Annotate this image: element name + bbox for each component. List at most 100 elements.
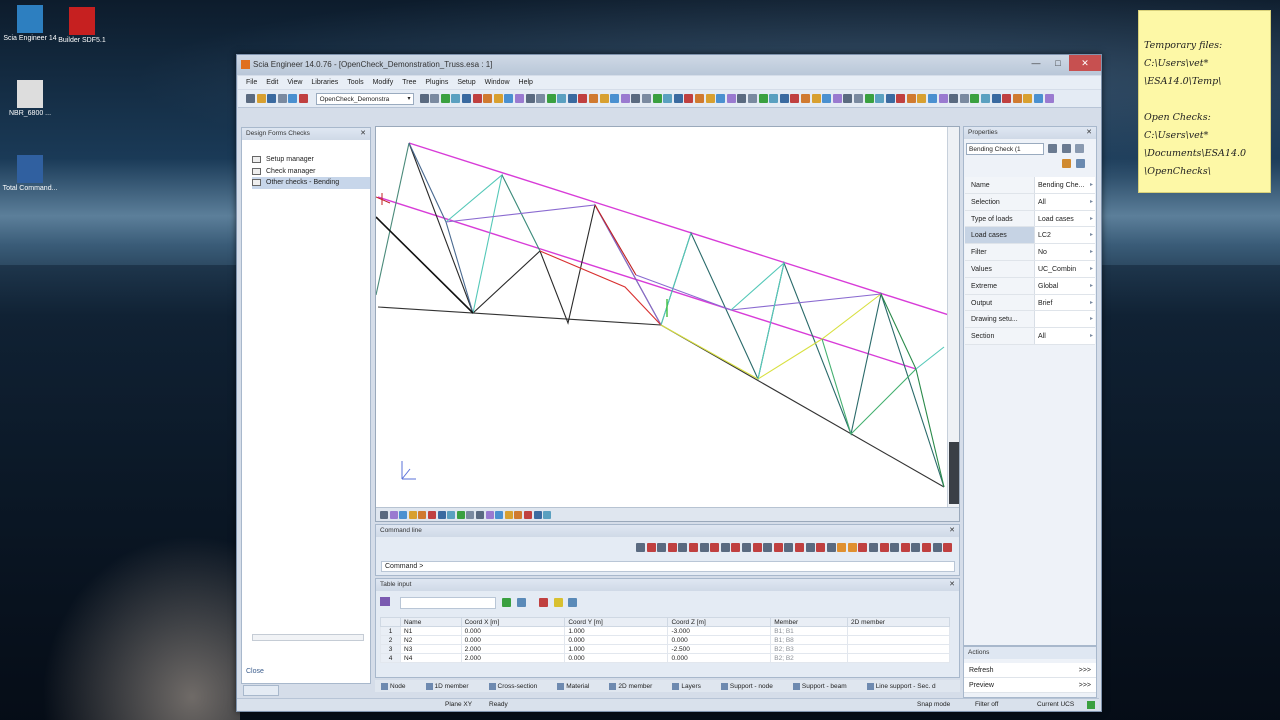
toolbar-icon[interactable] <box>557 94 567 103</box>
toolbar-icon[interactable] <box>790 94 800 103</box>
desktop-icon[interactable]: Scia Engineer 14 <box>0 5 60 43</box>
menu-item[interactable]: Help <box>519 79 533 86</box>
toolbar-icon[interactable] <box>875 94 885 103</box>
menu-item[interactable]: File <box>246 79 257 86</box>
command-tool-icon[interactable] <box>847 543 857 552</box>
toolbar-icon[interactable] <box>726 94 736 103</box>
toolbar-icon[interactable] <box>256 94 266 103</box>
view-toolbar-icon[interactable] <box>399 510 408 519</box>
toolbar-icon[interactable] <box>663 94 673 103</box>
table-cell[interactable]: N1 <box>400 626 462 636</box>
toolbar-icon[interactable] <box>949 94 959 103</box>
palette-icon[interactable] <box>1062 159 1071 168</box>
table-cell[interactable]: 0.000 <box>667 653 772 663</box>
maximize-icon[interactable]: □ <box>1047 55 1069 71</box>
command-tool-icon[interactable] <box>731 543 741 552</box>
table-tab[interactable]: Material <box>557 682 599 690</box>
action-row[interactable]: Preview >>> <box>964 678 1096 693</box>
toolbar-icon[interactable] <box>695 94 704 103</box>
property-value[interactable]: No <box>1035 244 1095 260</box>
title-bar[interactable]: Scia Engineer 14.0.76 - [OpenCheck_Demon… <box>237 55 1101 75</box>
toolbar-icon[interactable] <box>758 94 768 103</box>
tree-item[interactable]: Check manager <box>252 166 370 178</box>
property-value[interactable]: Global <box>1035 277 1095 294</box>
toolbar-icon[interactable] <box>652 94 662 103</box>
toolbar-icon[interactable] <box>779 94 789 103</box>
toolbar-icon[interactable] <box>514 94 524 103</box>
table-cell[interactable]: 0.000 <box>460 635 566 645</box>
status-snap[interactable]: Snap mode <box>917 701 950 708</box>
toolbar-icon[interactable] <box>546 94 556 103</box>
toolbar-icon[interactable] <box>599 94 609 103</box>
property-value[interactable]: Bending Che... <box>1035 177 1095 193</box>
table-header[interactable]: Coord Z [m] <box>667 617 772 627</box>
command-tool-icon[interactable] <box>911 543 921 552</box>
table-cell[interactable]: N2 <box>400 635 462 645</box>
menu-item[interactable]: Libraries <box>311 79 338 86</box>
apply-icon[interactable] <box>502 598 511 607</box>
command-tool-icon[interactable] <box>636 543 645 552</box>
toolbar-icon[interactable] <box>928 94 938 103</box>
menu-item[interactable]: Edit <box>266 79 278 86</box>
toolbar-icon[interactable] <box>483 94 493 103</box>
toolbar-icon[interactable] <box>716 94 726 103</box>
property-row[interactable]: Type of loads Load cases <box>965 210 1095 228</box>
table-cell[interactable]: B1; B1 <box>770 626 849 636</box>
command-tool-icon[interactable] <box>699 543 709 552</box>
scroll-thumb[interactable] <box>949 442 959 504</box>
toolbar-icon[interactable] <box>885 94 895 103</box>
menu-item[interactable]: Window <box>485 79 510 86</box>
close-icon[interactable]: ✕ <box>949 580 955 588</box>
toolbar-icon[interactable] <box>800 94 810 103</box>
toolbar-icon[interactable] <box>822 94 832 103</box>
toolbar-icon[interactable] <box>298 94 308 103</box>
toolbar-icon[interactable] <box>959 94 969 103</box>
property-row[interactable]: Output Brief <box>965 294 1095 312</box>
property-row[interactable]: Filter No <box>965 244 1095 261</box>
table-cell[interactable] <box>847 653 950 663</box>
table-cell[interactable]: 0.000 <box>667 635 772 645</box>
toolbar-icon[interactable] <box>525 94 535 103</box>
sticky-note[interactable]: Temporary files: C:\Users\vet* \ESA14.0\… <box>1138 10 1271 193</box>
command-tool-icon[interactable] <box>826 543 836 552</box>
table-header[interactable] <box>380 617 401 627</box>
command-tool-icon[interactable] <box>773 543 783 552</box>
table-tab[interactable]: Cross-section <box>488 682 548 690</box>
view-toolbar-icon[interactable] <box>543 510 552 519</box>
table-cell[interactable]: 1.000 <box>564 644 669 654</box>
filter-icon[interactable] <box>1061 144 1071 153</box>
table-cell[interactable] <box>847 626 950 636</box>
property-value[interactable]: All <box>1035 193 1095 210</box>
toolbar-icon[interactable] <box>419 94 429 103</box>
status-filter[interactable]: Filter off <box>975 701 998 708</box>
table-cell[interactable]: B2; B2 <box>770 653 849 663</box>
command-tool-icon[interactable] <box>794 543 804 552</box>
table-cell[interactable] <box>847 644 950 654</box>
toolbar-icon[interactable] <box>267 94 277 103</box>
toolbar-icon[interactable] <box>970 94 980 103</box>
table-row[interactable]: 1 N1 0.000 1.000 -3.000 B1; B1 <box>380 626 950 636</box>
command-tool-icon[interactable] <box>900 543 910 552</box>
view-toolbar-icon[interactable] <box>447 510 456 519</box>
toolbar-icon[interactable] <box>1044 94 1054 103</box>
toolbar-icon[interactable] <box>631 94 641 103</box>
table-cell[interactable] <box>847 635 950 645</box>
view-toolbar-icon[interactable] <box>475 510 484 519</box>
property-value[interactable]: UC_Combin <box>1035 260 1095 277</box>
property-row[interactable]: Values UC_Combin <box>965 260 1095 278</box>
property-row[interactable]: Drawing setu... <box>965 311 1095 329</box>
close-icon[interactable]: ✕ <box>1069 55 1101 71</box>
close-icon[interactable]: ✕ <box>949 526 955 534</box>
table-cell[interactable]: B1; B8 <box>770 635 849 645</box>
table-row[interactable]: 3 N3 2.000 1.000 -2.500 B2; B3 <box>380 644 950 654</box>
table-cell[interactable]: 0.000 <box>564 653 669 663</box>
command-tool-icon[interactable] <box>890 543 900 552</box>
toolbar-icon[interactable] <box>769 94 779 103</box>
property-row[interactable]: Extreme Global <box>965 277 1095 295</box>
property-value[interactable]: LC2 <box>1035 227 1095 244</box>
panel-tab-bar[interactable] <box>243 685 279 696</box>
view-toolbar-icon[interactable] <box>418 510 427 519</box>
toolbar-icon[interactable] <box>747 94 757 103</box>
action-button[interactable]: >>> <box>1079 667 1091 674</box>
command-tool-icon[interactable] <box>879 543 889 552</box>
